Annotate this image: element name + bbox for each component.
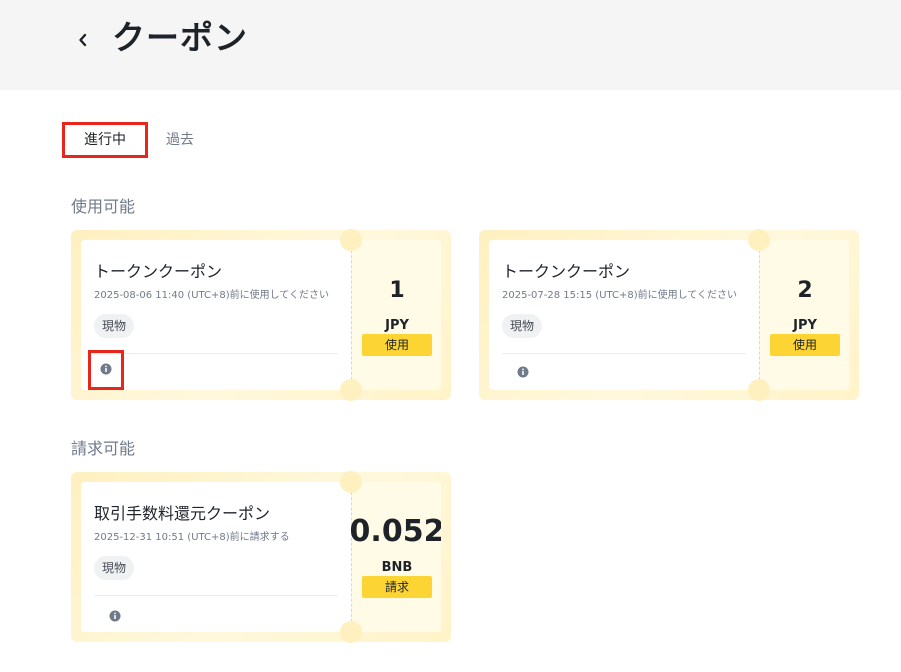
- page-title: クーポン: [112, 18, 248, 57]
- tab-in-progress[interactable]: 進行中: [62, 122, 148, 158]
- use-button[interactable]: 使用: [362, 334, 432, 356]
- coupon-divider: [94, 595, 338, 596]
- info-icon: [109, 610, 121, 622]
- coupon-value-panel: 2 JPY 使用: [759, 240, 849, 390]
- coupon-card: 取引手数料還元クーポン 2025-12-31 10:51 (UTC+8)前に請求…: [71, 471, 451, 643]
- use-button[interactable]: 使用: [770, 334, 840, 356]
- info-button[interactable]: [103, 604, 127, 628]
- coupon-expiry: 2025-07-28 15:15 (UTC+8)前に使用してください: [502, 290, 738, 301]
- coupon-value-panel: 1 JPY 使用: [351, 240, 441, 390]
- info-button[interactable]: [511, 360, 535, 384]
- coupon-name: トークンクーポン: [94, 262, 223, 281]
- coupon-details: トークンクーポン 2025-07-28 15:15 (UTC+8)前に使用してく…: [489, 240, 759, 390]
- coupon-card: トークンクーポン 2025-07-28 15:15 (UTC+8)前に使用してく…: [479, 229, 859, 401]
- coupon-amount: 1: [389, 278, 405, 303]
- coupon-divider: [502, 353, 746, 354]
- info-icon: [100, 363, 112, 375]
- coupon-ticket: トークンクーポン 2025-07-28 15:15 (UTC+8)前に使用してく…: [489, 240, 849, 390]
- coupon-tag: 現物: [94, 314, 135, 338]
- coupon-notch: [748, 379, 770, 401]
- coupon-notch: [340, 621, 362, 643]
- coupon-expiry: 2025-12-31 10:51 (UTC+8)前に請求する: [94, 532, 290, 543]
- coupon-amount: 0.052: [349, 514, 441, 549]
- page-header: クーポン: [0, 0, 901, 90]
- coupon-notch: [340, 471, 362, 493]
- coupon-name: トークンクーポン: [502, 262, 631, 281]
- coupon-unit: JPY: [793, 318, 817, 333]
- coupon-ticket: トークンクーポン 2025-08-06 11:40 (UTC+8)前に使用してく…: [81, 240, 441, 390]
- coupon-details: トークンクーポン 2025-08-06 11:40 (UTC+8)前に使用してく…: [81, 240, 351, 390]
- coupon-card: トークンクーポン 2025-08-06 11:40 (UTC+8)前に使用してく…: [71, 229, 451, 401]
- coupon-tag: 現物: [94, 556, 135, 580]
- coupon-expiry: 2025-08-06 11:40 (UTC+8)前に使用してください: [94, 290, 330, 301]
- claim-button[interactable]: 請求: [362, 576, 432, 598]
- section-title-claimable: 請求可能: [71, 439, 136, 458]
- info-button[interactable]: [88, 350, 124, 390]
- coupon-unit: BNB: [381, 560, 413, 575]
- coupon-divider: [94, 353, 338, 354]
- coupon-notch: [340, 229, 362, 251]
- coupon-ticket: 取引手数料還元クーポン 2025-12-31 10:51 (UTC+8)前に請求…: [81, 482, 441, 632]
- coupon-unit: JPY: [385, 318, 409, 333]
- section-title-available: 使用可能: [71, 197, 136, 216]
- coupon-name: 取引手数料還元クーポン: [94, 504, 271, 523]
- coupon-value-panel: 0.052 BNB 請求: [350, 482, 441, 632]
- coupon-notch: [340, 379, 362, 401]
- back-button[interactable]: [70, 24, 98, 56]
- coupon-amount: 2: [797, 278, 813, 303]
- coupon-details: 取引手数料還元クーポン 2025-12-31 10:51 (UTC+8)前に請求…: [81, 482, 351, 632]
- tab-past[interactable]: 過去: [166, 122, 194, 158]
- coupon-notch: [748, 229, 770, 251]
- info-icon: [517, 366, 529, 378]
- chevron-left-icon: [79, 33, 87, 47]
- coupon-tag: 現物: [502, 314, 543, 338]
